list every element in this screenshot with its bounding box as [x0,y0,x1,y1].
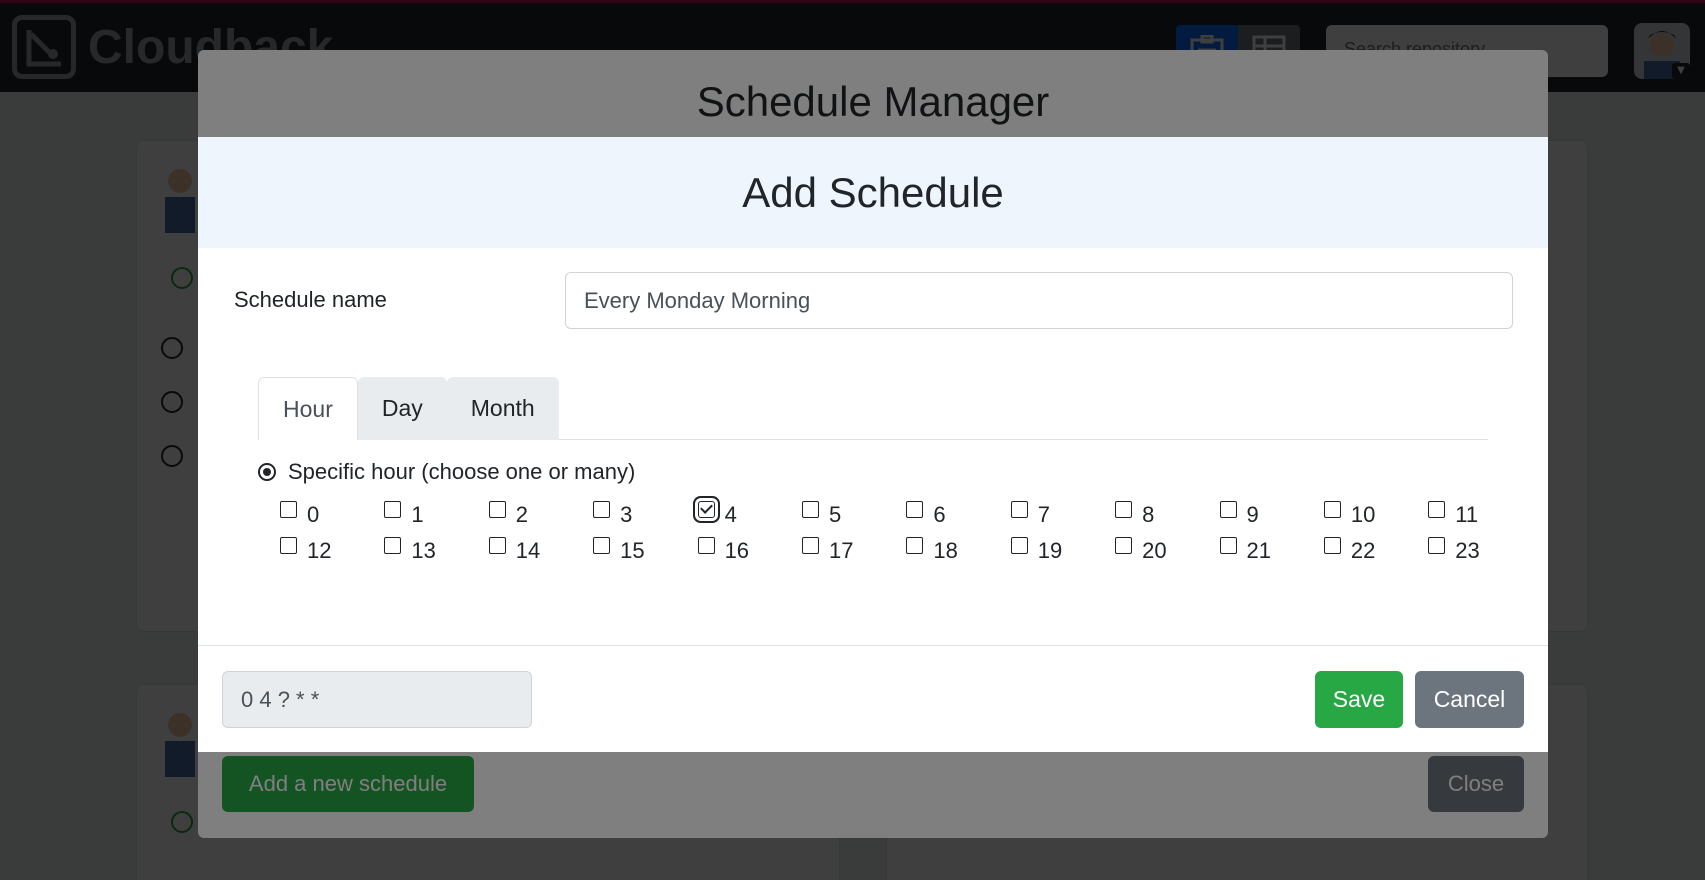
hour-label: 10 [1350,502,1376,527]
tab-month[interactable]: Month [446,377,559,440]
hour-checkbox[interactable] [280,537,297,554]
hour-checkbox[interactable] [1323,537,1341,554]
hour-option[interactable]: 13 [384,534,488,564]
hour-option[interactable]: 8 [1115,498,1219,528]
hour-checkbox-grid: 0 1 2 3 4 5 6 7 8 9 10 11 12 13 14 15 16 17 18 19 20 21 22 23 [280,498,1530,564]
add-schedule-title: Add Schedule [742,168,1004,216]
specific-hour-label: Specific hour (choose one or many) [288,459,636,484]
hour-checkbox[interactable] [1115,501,1133,518]
hour-option[interactable]: 11 [1428,498,1532,528]
hour-checkbox[interactable] [384,537,402,554]
hour-label: 14 [515,538,541,563]
save-button[interactable]: Save [1315,671,1403,728]
frequency-tabs: Hour Day Month [258,377,1488,440]
hour-checkbox[interactable] [488,501,506,518]
hour-label: 22 [1350,538,1376,563]
hour-option[interactable]: 21 [1219,534,1324,564]
hour-option[interactable]: 19 [1010,534,1115,564]
add-schedule-modal: Add Schedule Schedule name Hour Day Mont… [198,137,1548,752]
hour-label: 8 [1142,502,1155,527]
hour-checkbox[interactable] [906,537,924,554]
hour-option[interactable]: 15 [593,534,697,564]
hour-checkbox[interactable] [1219,501,1237,518]
hour-option[interactable]: 3 [593,498,697,528]
hour-option[interactable]: 17 [801,534,906,564]
hour-option[interactable]: 5 [801,498,906,528]
hour-label: 16 [724,538,750,563]
hour-checkbox[interactable] [593,501,611,518]
hour-label: 15 [620,538,645,563]
hour-option[interactable]: 14 [488,534,593,564]
hour-checkbox[interactable] [801,501,819,518]
hour-label: 19 [1037,538,1063,563]
hour-label: 17 [828,538,854,563]
tab-day[interactable]: Day [357,377,447,440]
schedule-name-label: Schedule name [234,287,387,312]
hour-checkbox[interactable] [906,501,924,518]
hour-label: 23 [1455,538,1480,563]
hour-checkbox[interactable] [593,537,611,554]
hour-option[interactable]: 20 [1115,534,1219,564]
hour-checkbox[interactable] [697,501,715,518]
hour-option[interactable]: 23 [1428,534,1532,564]
modal-header: Add Schedule [198,137,1548,248]
specific-hour-option[interactable]: Specific hour (choose one or many) [258,459,635,485]
hour-label: 11 [1455,502,1479,527]
hour-checkbox[interactable] [801,537,819,554]
hour-option[interactable]: 12 [280,534,384,564]
cancel-button[interactable]: Cancel [1415,671,1524,728]
hour-checkbox[interactable] [488,537,506,554]
hour-label: 6 [933,502,946,527]
hour-label: 12 [307,538,332,563]
hour-option[interactable]: 22 [1323,534,1428,564]
tab-hour[interactable]: Hour [258,377,358,440]
hour-label: 1 [411,502,424,527]
hour-option[interactable]: 7 [1010,498,1115,528]
hour-label: 13 [411,538,436,563]
hour-label: 18 [933,538,958,563]
schedule-name-input[interactable] [565,272,1513,329]
hour-option[interactable]: 9 [1219,498,1324,528]
hour-checkbox[interactable] [1323,501,1341,518]
hour-checkbox[interactable] [384,501,402,518]
modal-footer: 0 4 ? * * Save Cancel [198,645,1548,752]
hour-checkbox[interactable] [697,537,715,554]
hour-checkbox[interactable] [1428,537,1446,554]
hour-option[interactable]: 18 [906,534,1010,564]
hour-option[interactable]: 16 [697,534,802,564]
hour-label: 0 [307,502,320,527]
hour-option[interactable]: 2 [488,498,593,528]
hour-checkbox[interactable] [1428,501,1446,518]
hour-option[interactable]: 1 [384,498,488,528]
hour-checkbox[interactable] [280,501,297,518]
hour-checkbox[interactable] [1115,537,1133,554]
hour-label: 3 [620,502,633,527]
hour-label: 21 [1246,538,1271,563]
hour-option[interactable]: 0 [280,498,384,528]
hour-option[interactable]: 6 [906,498,1010,528]
hour-label: 2 [515,502,529,527]
hour-label: 5 [828,502,842,527]
cron-expression-field: 0 4 ? * * [222,671,532,728]
hour-label: 20 [1142,538,1167,563]
hour-checkbox[interactable] [1010,501,1028,518]
hour-label: 4 [724,502,737,527]
specific-hour-radio[interactable] [258,463,276,481]
hour-label: 9 [1246,502,1259,527]
hour-checkbox[interactable] [1010,537,1028,554]
hour-checkbox[interactable] [1219,537,1237,554]
hour-option[interactable]: 10 [1323,498,1428,528]
hour-option[interactable]: 4 [697,498,802,528]
hour-label: 7 [1037,502,1050,527]
